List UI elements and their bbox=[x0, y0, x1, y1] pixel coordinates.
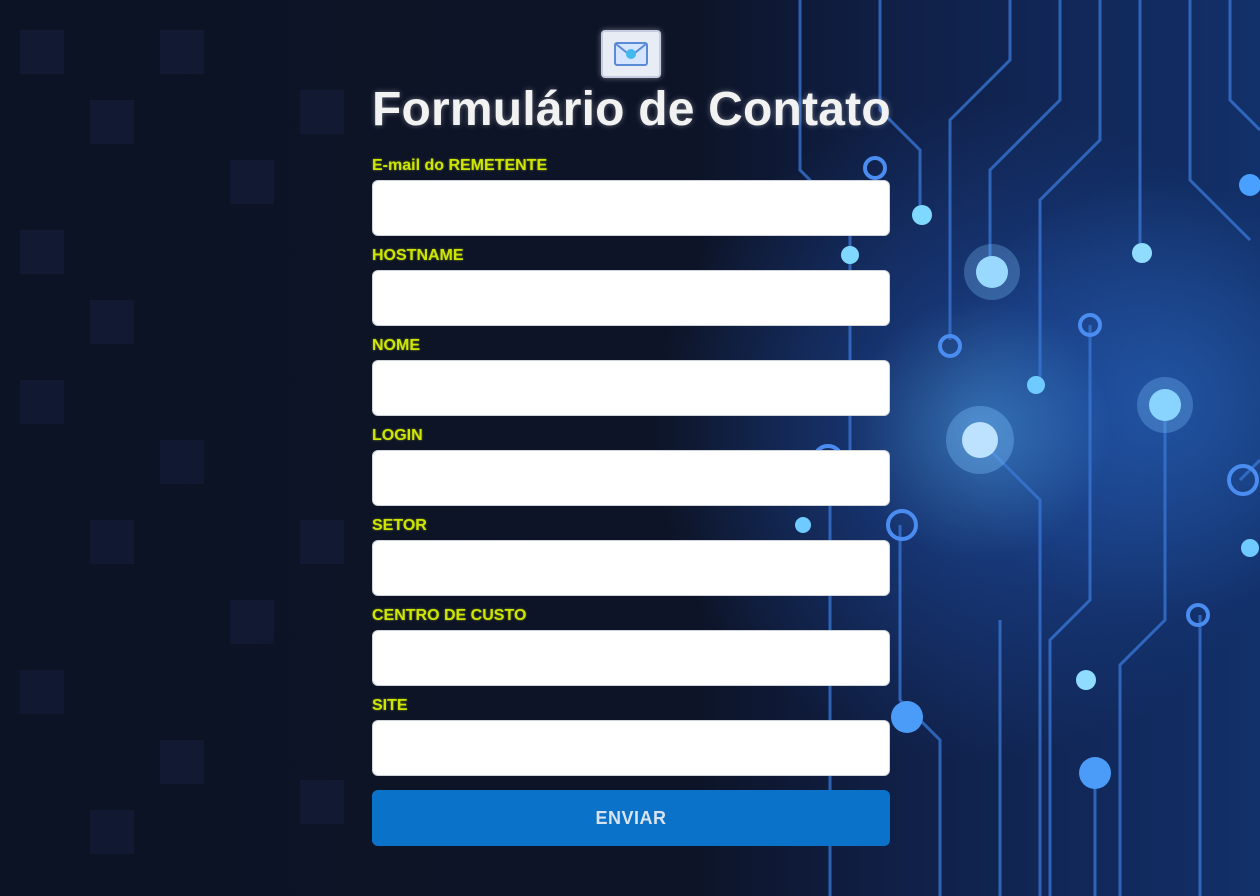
field-setor: SETOR bbox=[372, 516, 890, 596]
login-input[interactable] bbox=[372, 450, 890, 506]
contact-form: Formulário de Contato E-mail do REMETENT… bbox=[372, 30, 891, 846]
field-hostname: HOSTNAME bbox=[372, 246, 890, 326]
field-label: CENTRO DE CUSTO bbox=[372, 607, 527, 624]
field-label: NOME bbox=[372, 337, 420, 354]
field-label: E-mail do REMETENTE bbox=[372, 157, 548, 174]
setor-input[interactable] bbox=[372, 540, 890, 596]
field-label: LOGIN bbox=[372, 427, 423, 444]
hostname-input[interactable] bbox=[372, 270, 890, 326]
grid-squares bbox=[20, 30, 344, 854]
field-label: SITE bbox=[372, 697, 408, 714]
envelope-logo-icon bbox=[601, 30, 661, 78]
page-title: Formulário de Contato bbox=[372, 83, 891, 136]
field-label: HOSTNAME bbox=[372, 247, 464, 264]
field-centro-de-custo: CENTRO DE CUSTO bbox=[372, 606, 890, 686]
field-label: SETOR bbox=[372, 517, 427, 534]
email-remetente-input[interactable] bbox=[372, 180, 890, 236]
field-site: SITE bbox=[372, 696, 890, 776]
nome-input[interactable] bbox=[372, 360, 890, 416]
site-input[interactable] bbox=[372, 720, 890, 776]
field-email-remetente: E-mail do REMETENTE bbox=[372, 156, 890, 236]
centro-de-custo-input[interactable] bbox=[372, 630, 890, 686]
field-nome: NOME bbox=[372, 336, 890, 416]
page: Formulário de Contato E-mail do REMETENT… bbox=[0, 0, 1260, 896]
submit-button[interactable]: ENVIAR bbox=[372, 790, 890, 846]
field-login: LOGIN bbox=[372, 426, 890, 506]
